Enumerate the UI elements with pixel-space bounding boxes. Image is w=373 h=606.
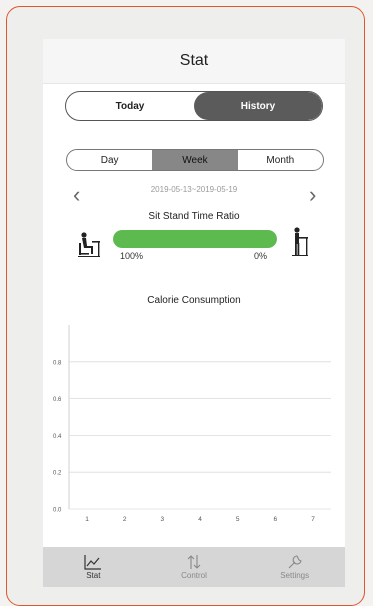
chart-line-icon [84, 555, 102, 570]
tab-settings-label: Settings [280, 571, 310, 580]
tab-stat[interactable]: Stat [43, 547, 144, 587]
x-tick-label: 4 [198, 516, 202, 523]
y-tick-label: 0.2 [53, 471, 62, 477]
page-header: Stat [43, 39, 345, 84]
sit-stand-title: Sit Stand Time Ratio [148, 211, 240, 222]
sit-ratio-fill [113, 230, 277, 248]
y-tick-label: 0.6 [53, 397, 62, 403]
period-selector: Day Week Month [66, 149, 324, 171]
next-period-icon[interactable]: › [309, 184, 316, 206]
sit-stand-ratio-bar [113, 230, 277, 248]
date-range: 2019-05-13~2019-05-19 [150, 185, 238, 194]
history-button[interactable]: History [194, 92, 322, 120]
x-tick-label: 7 [311, 516, 315, 523]
wrench-icon [288, 555, 302, 569]
phone-screen: Stat Today History Day Week Month ‹ 2019… [43, 39, 345, 587]
today-history-toggle: Today History [65, 91, 323, 121]
x-tick-label: 3 [161, 516, 165, 523]
y-tick-label: 0.4 [53, 434, 62, 440]
calorie-chart-title: Calorie Consumption [147, 295, 241, 306]
today-button[interactable]: Today [66, 92, 194, 120]
standing-person-icon [292, 227, 308, 256]
tab-settings[interactable]: Settings [244, 547, 345, 587]
up-down-arrows-icon [187, 555, 201, 569]
bottom-tab-bar: Stat Control Settings [43, 547, 345, 587]
x-tick-label: 1 [85, 516, 89, 523]
page-title: Stat [179, 52, 209, 69]
x-tick-label: 6 [274, 516, 278, 523]
x-tick-label: 5 [236, 516, 240, 523]
sitting-person-icon [78, 232, 100, 257]
calorie-chart: 0.0 0.2 0.4 0.6 0.8 1 2 3 4 5 6 7 [53, 325, 331, 523]
y-tick-label: 0.8 [53, 360, 62, 366]
previous-period-icon[interactable]: ‹ [73, 184, 80, 206]
y-tick-label: 0.0 [53, 508, 62, 514]
sit-percent: 100% [120, 251, 144, 261]
tab-week[interactable]: Week [152, 150, 238, 170]
tab-control-label: Control [181, 571, 207, 580]
x-tick-label: 2 [123, 516, 127, 523]
tab-day[interactable]: Day [67, 150, 152, 170]
tab-month[interactable]: Month [238, 150, 323, 170]
tab-stat-label: Stat [86, 571, 101, 580]
tab-control[interactable]: Control [144, 547, 245, 587]
stand-percent: 0% [254, 251, 268, 261]
